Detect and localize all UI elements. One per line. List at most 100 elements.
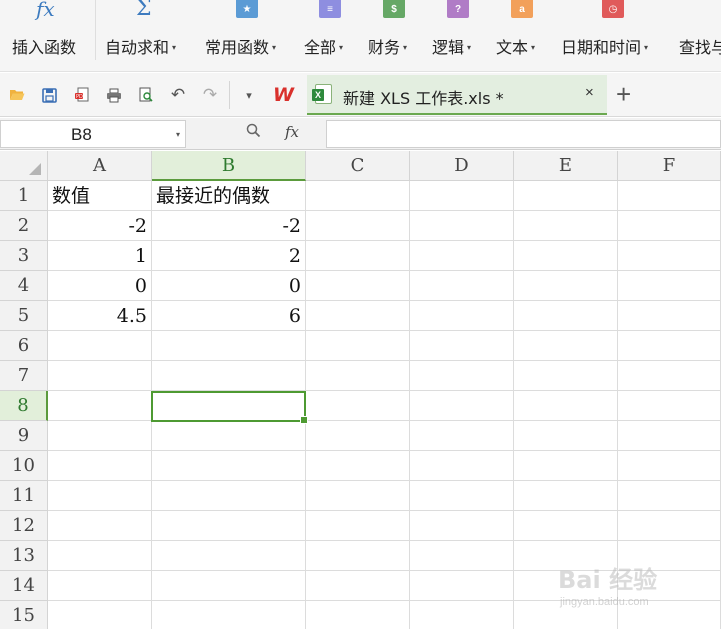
cell-e9[interactable] xyxy=(514,421,618,451)
cell-f1[interactable] xyxy=(618,181,721,211)
cell-e13[interactable] xyxy=(514,541,618,571)
row-header-5[interactable]: 5 xyxy=(0,301,48,331)
cell-b4[interactable]: 0 xyxy=(152,271,306,301)
cell-a11[interactable] xyxy=(48,481,152,511)
financial-button[interactable]: $ 财务 ▾ xyxy=(365,0,423,72)
cell-e11[interactable] xyxy=(514,481,618,511)
cell-a3[interactable]: 1 xyxy=(48,241,152,271)
cell-a5[interactable]: 4.5 xyxy=(48,301,152,331)
column-header-f[interactable]: F xyxy=(618,151,721,181)
date-time-button[interactable]: ◷ 日期和时间 ▾ xyxy=(558,0,668,72)
text-functions-button[interactable]: a 文本 ▾ xyxy=(493,0,551,72)
print-icon[interactable] xyxy=(105,86,123,104)
row-header-1[interactable]: 1 xyxy=(0,181,48,211)
cell-e15[interactable] xyxy=(514,601,618,629)
cell-b9[interactable] xyxy=(152,421,306,451)
cell-d7[interactable] xyxy=(410,361,514,391)
cell-b11[interactable] xyxy=(152,481,306,511)
name-box[interactable]: B8 ▾ xyxy=(0,120,186,148)
cell-a10[interactable] xyxy=(48,451,152,481)
cell-b5[interactable]: 6 xyxy=(152,301,306,331)
select-all-corner[interactable] xyxy=(0,151,48,181)
cell-d15[interactable] xyxy=(410,601,514,629)
row-header-8[interactable]: 8 xyxy=(0,391,48,421)
save-icon[interactable] xyxy=(40,86,58,104)
insert-function-fx-icon[interactable]: fx xyxy=(285,123,299,141)
cell-b6[interactable] xyxy=(152,331,306,361)
cell-d3[interactable] xyxy=(410,241,514,271)
document-tab[interactable]: 新建 XLS 工作表.xls * × xyxy=(307,75,607,115)
row-header-7[interactable]: 7 xyxy=(0,361,48,391)
cell-e8[interactable] xyxy=(514,391,618,421)
new-tab-plus-icon[interactable]: + xyxy=(616,79,631,110)
cell-c5[interactable] xyxy=(306,301,410,331)
cell-c7[interactable] xyxy=(306,361,410,391)
cell-f12[interactable] xyxy=(618,511,721,541)
cell-e14[interactable] xyxy=(514,571,618,601)
wps-logo-icon[interactable]: W xyxy=(273,84,294,106)
cell-d4[interactable] xyxy=(410,271,514,301)
column-header-e[interactable]: E xyxy=(514,151,618,181)
chevron-down-icon[interactable]: ▾ xyxy=(176,130,180,139)
cell-d11[interactable] xyxy=(410,481,514,511)
column-header-d[interactable]: D xyxy=(410,151,514,181)
open-folder-icon[interactable] xyxy=(8,86,26,104)
cell-a2[interactable]: -2 xyxy=(48,211,152,241)
cell-e3[interactable] xyxy=(514,241,618,271)
cell-a1[interactable]: 数值 xyxy=(48,181,152,211)
cell-f13[interactable] xyxy=(618,541,721,571)
row-header-9[interactable]: 9 xyxy=(0,421,48,451)
cell-d6[interactable] xyxy=(410,331,514,361)
row-header-10[interactable]: 10 xyxy=(0,451,48,481)
cell-d13[interactable] xyxy=(410,541,514,571)
cell-e12[interactable] xyxy=(514,511,618,541)
cell-c6[interactable] xyxy=(306,331,410,361)
spreadsheet-grid[interactable]: A B C D E F 1 数值 最接近的偶数 2 -2 -2 3 1 2 4 0 0 5 4.5 6 6 7 8 9 10 11 1… xyxy=(0,151,721,629)
cell-e10[interactable] xyxy=(514,451,618,481)
cell-e2[interactable] xyxy=(514,211,618,241)
cell-d1[interactable] xyxy=(410,181,514,211)
insert-function-button[interactable]: fx 插入函数 xyxy=(8,0,88,72)
redo-icon[interactable]: ↷ xyxy=(201,85,219,104)
row-header-13[interactable]: 13 xyxy=(0,541,48,571)
cell-a12[interactable] xyxy=(48,511,152,541)
formula-input[interactable] xyxy=(326,120,721,148)
cell-a8[interactable] xyxy=(48,391,152,421)
row-header-6[interactable]: 6 xyxy=(0,331,48,361)
cell-f11[interactable] xyxy=(618,481,721,511)
cell-f3[interactable] xyxy=(618,241,721,271)
cell-d14[interactable] xyxy=(410,571,514,601)
cell-c14[interactable] xyxy=(306,571,410,601)
cell-e1[interactable] xyxy=(514,181,618,211)
cell-f8[interactable] xyxy=(618,391,721,421)
cell-b15[interactable] xyxy=(152,601,306,629)
cell-c2[interactable] xyxy=(306,211,410,241)
cell-b13[interactable] xyxy=(152,541,306,571)
cell-d12[interactable] xyxy=(410,511,514,541)
print-preview-icon[interactable] xyxy=(137,86,155,104)
cell-e5[interactable] xyxy=(514,301,618,331)
cell-b1[interactable]: 最接近的偶数 xyxy=(152,181,306,211)
cell-f6[interactable] xyxy=(618,331,721,361)
autosum-button[interactable]: Σ 自动求和 ▾ xyxy=(102,0,196,72)
cell-d5[interactable] xyxy=(410,301,514,331)
row-header-14[interactable]: 14 xyxy=(0,571,48,601)
cell-c13[interactable] xyxy=(306,541,410,571)
export-pdf-icon[interactable]: PDF xyxy=(73,86,91,104)
cell-c11[interactable] xyxy=(306,481,410,511)
dropdown-icon[interactable]: ▾ xyxy=(240,86,258,104)
row-header-3[interactable]: 3 xyxy=(0,241,48,271)
cell-c4[interactable] xyxy=(306,271,410,301)
cell-f9[interactable] xyxy=(618,421,721,451)
cell-b7[interactable] xyxy=(152,361,306,391)
cell-e7[interactable] xyxy=(514,361,618,391)
cell-c12[interactable] xyxy=(306,511,410,541)
cell-a7[interactable] xyxy=(48,361,152,391)
cell-c3[interactable] xyxy=(306,241,410,271)
row-header-4[interactable]: 4 xyxy=(0,271,48,301)
cell-c1[interactable] xyxy=(306,181,410,211)
row-header-15[interactable]: 15 xyxy=(0,601,48,629)
cell-c10[interactable] xyxy=(306,451,410,481)
cell-f2[interactable] xyxy=(618,211,721,241)
cell-a9[interactable] xyxy=(48,421,152,451)
